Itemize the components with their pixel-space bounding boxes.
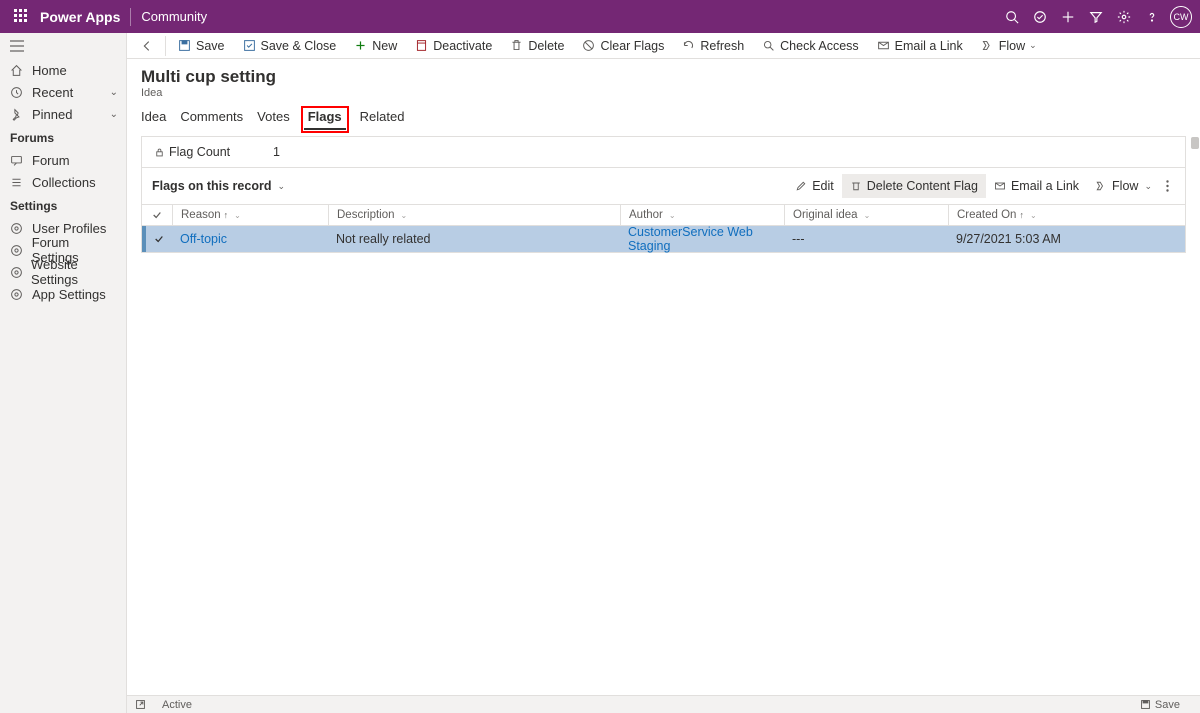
nav-section-settings: Settings	[0, 193, 126, 217]
check-access-button[interactable]: Check Access	[754, 33, 867, 59]
subgrid-title[interactable]: Flags on this record	[152, 179, 271, 193]
list-icon	[10, 176, 24, 189]
col-original-idea[interactable]: Original idea⌄	[784, 205, 948, 225]
scrollbar[interactable]	[1191, 137, 1199, 149]
gear-icon	[10, 244, 24, 257]
left-nav: Home Recent ⌄ Pinned ⌄ Forums Forum Coll…	[0, 33, 127, 713]
table-row[interactable]: Off-topic Not really related CustomerSer…	[142, 226, 1185, 252]
tab-idea[interactable]: Idea	[141, 109, 166, 130]
email-link-button[interactable]: Email a Link	[869, 33, 971, 59]
nav-collections[interactable]: Collections	[0, 171, 126, 193]
filter-icon[interactable]	[1082, 0, 1110, 33]
area-label[interactable]: Community	[141, 9, 207, 24]
nav-recent[interactable]: Recent ⌄	[0, 81, 126, 103]
page-entity: Idea	[141, 87, 1200, 99]
gear-icon	[10, 266, 23, 279]
status-bar: Active Save	[127, 695, 1200, 713]
col-reason[interactable]: Reason↑⌄	[172, 205, 328, 225]
subgrid-email-link-button[interactable]: Email a Link	[986, 174, 1087, 198]
cell-description: Not really related	[328, 232, 620, 246]
add-icon[interactable]	[1054, 0, 1082, 33]
chevron-down-icon: ⌄	[110, 87, 118, 98]
refresh-button[interactable]: Refresh	[674, 33, 752, 59]
nav-website-settings[interactable]: Website Settings	[0, 261, 126, 283]
nav-label: Collections	[32, 175, 96, 190]
col-select-all[interactable]	[142, 205, 172, 225]
brand-label: Power Apps	[40, 9, 120, 25]
nav-label: Recent	[32, 85, 73, 100]
row-checkbox[interactable]	[146, 234, 172, 244]
status-popout[interactable]	[135, 699, 150, 710]
col-created-on[interactable]: Created On↑⌄	[948, 205, 1185, 225]
user-avatar[interactable]: CW	[1170, 6, 1192, 28]
form-tabs: Idea Comments Votes Flags Related	[127, 103, 1200, 130]
delete-button[interactable]: Delete	[502, 33, 572, 59]
nav-forum[interactable]: Forum	[0, 149, 126, 171]
chevron-down-icon: ⌄	[110, 109, 118, 120]
subgrid-delete-flag-button[interactable]: Delete Content Flag	[842, 174, 986, 198]
deactivate-button[interactable]: Deactivate	[407, 33, 500, 59]
clear-flags-button[interactable]: Clear Flags	[574, 33, 672, 59]
status-save-button[interactable]: Save	[1140, 699, 1180, 711]
help-icon[interactable]	[1138, 0, 1166, 33]
main-area: Save Save & Close New Deactivate Delete …	[127, 33, 1200, 713]
flow-button[interactable]: Flow⌄	[973, 33, 1045, 59]
settings-icon[interactable]	[1110, 0, 1138, 33]
tab-flags[interactable]: Flags	[304, 109, 346, 130]
grid-header-row: Reason↑⌄ Description⌄ Author⌄ Original i…	[142, 204, 1185, 226]
save-button[interactable]: Save	[170, 33, 233, 59]
clock-icon	[10, 86, 24, 99]
subgrid-more-button[interactable]	[1160, 180, 1175, 192]
col-description[interactable]: Description⌄	[328, 205, 620, 225]
chevron-down-icon: ⌄	[1144, 181, 1152, 192]
cell-author[interactable]: CustomerService Web Staging	[620, 225, 784, 253]
nav-section-forums: Forums	[0, 125, 126, 149]
page-title: Multi cup setting	[141, 67, 1200, 87]
forum-icon	[10, 154, 24, 167]
status-active: Active	[162, 699, 192, 711]
flag-count-field: Flag Count 1	[142, 137, 1185, 167]
app-topbar: Power Apps Community CW	[0, 0, 1200, 33]
gear-icon	[10, 288, 24, 301]
new-button[interactable]: New	[346, 33, 405, 59]
cell-original: ---	[784, 232, 948, 246]
nav-label: Home	[32, 63, 67, 78]
save-close-button[interactable]: Save & Close	[235, 33, 345, 59]
nav-label: Forum	[32, 153, 70, 168]
topbar-divider	[130, 8, 131, 26]
subgrid-edit-button[interactable]: Edit	[787, 174, 842, 198]
nav-label: App Settings	[32, 287, 106, 302]
tab-comments[interactable]: Comments	[180, 109, 243, 130]
nav-label: User Profiles	[32, 221, 106, 236]
nav-app-settings[interactable]: App Settings	[0, 283, 126, 305]
nav-label: Pinned	[32, 107, 72, 122]
app-launcher-icon[interactable]	[14, 9, 30, 25]
gear-icon	[10, 222, 24, 235]
flags-subgrid: Flags on this record ⌄ Edit Delete Conte…	[142, 167, 1185, 252]
chevron-down-icon[interactable]: ⌄	[277, 181, 285, 192]
col-author[interactable]: Author⌄	[620, 205, 784, 225]
tab-related[interactable]: Related	[360, 109, 405, 130]
home-icon	[10, 64, 24, 77]
cell-created: 9/27/2021 5:03 AM	[948, 232, 1185, 246]
field-label: Flag Count	[169, 145, 269, 159]
nav-collapse-button[interactable]	[0, 33, 126, 59]
page-header: Multi cup setting Idea	[127, 59, 1200, 103]
field-value: 1	[273, 145, 280, 159]
cell-reason[interactable]: Off-topic	[172, 232, 328, 246]
lock-icon	[154, 147, 165, 158]
assistant-icon[interactable]	[1026, 0, 1054, 33]
chevron-down-icon: ⌄	[1029, 40, 1037, 51]
back-button[interactable]	[133, 39, 161, 53]
nav-pinned[interactable]: Pinned ⌄	[0, 103, 126, 125]
subgrid-header: Flags on this record ⌄ Edit Delete Conte…	[142, 168, 1185, 204]
pin-icon	[10, 108, 24, 121]
tab-votes[interactable]: Votes	[257, 109, 290, 130]
search-icon[interactable]	[998, 0, 1026, 33]
command-bar: Save Save & Close New Deactivate Delete …	[127, 33, 1200, 59]
content-card: Flag Count 1 Flags on this record ⌄ Edit…	[141, 136, 1186, 253]
nav-home[interactable]: Home	[0, 59, 126, 81]
subgrid-flow-button[interactable]: Flow⌄	[1087, 174, 1160, 198]
